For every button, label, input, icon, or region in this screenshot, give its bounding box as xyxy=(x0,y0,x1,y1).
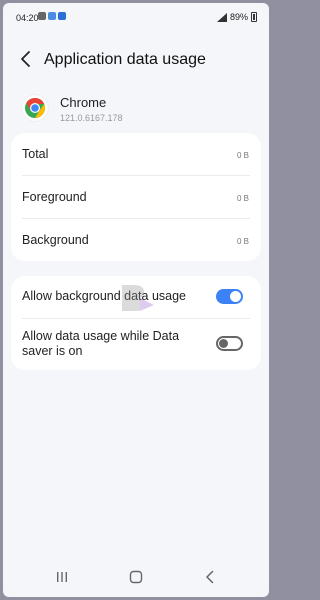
usage-label: Total xyxy=(22,147,49,161)
status-right: 89% xyxy=(216,12,257,22)
usage-row-total: Total 0 B xyxy=(11,133,261,175)
gallery-notification-icon xyxy=(38,12,46,20)
back-arrow-icon[interactable] xyxy=(17,49,37,69)
screen: 04:20 89% Application data usage Chrome … xyxy=(3,3,269,597)
setting-label: Allow data usage while Data saver is on xyxy=(22,329,180,358)
usage-label: Background xyxy=(22,233,89,247)
usage-value: 0 B xyxy=(236,151,249,160)
data-saver-toggle[interactable] xyxy=(216,336,243,351)
signal-icon xyxy=(216,12,227,22)
toggle-knob xyxy=(230,291,241,302)
app-notification-icon xyxy=(48,12,56,20)
battery-icon xyxy=(251,12,257,22)
s-notification-icon xyxy=(58,12,66,20)
setting-label: Allow background data usage xyxy=(22,289,187,303)
page-title: Application data usage xyxy=(44,51,206,68)
app-bar: Application data usage xyxy=(3,41,269,81)
home-icon[interactable] xyxy=(128,569,144,585)
chrome-logo-icon xyxy=(22,95,48,121)
background-data-toggle[interactable] xyxy=(216,289,243,304)
usage-row-background: Background 0 B xyxy=(11,219,261,261)
usage-row-foreground: Foreground 0 B xyxy=(11,176,261,218)
app-version: 121.0.6167.178 xyxy=(60,113,123,123)
toggle-knob xyxy=(219,339,228,348)
app-info: Chrome 121.0.6167.178 xyxy=(3,91,269,131)
nav-back-icon[interactable] xyxy=(202,569,218,585)
usage-label: Foreground xyxy=(22,190,87,204)
status-bar: 04:20 89% xyxy=(3,3,269,33)
usage-card: Total 0 B Foreground 0 B Background 0 B xyxy=(11,133,261,261)
usage-value: 0 B xyxy=(236,237,249,246)
app-name: Chrome xyxy=(60,95,107,110)
watermark-logo-icon xyxy=(122,285,154,311)
usage-value: 0 B xyxy=(236,194,249,203)
recents-icon[interactable] xyxy=(54,569,70,585)
battery-percent: 89% xyxy=(229,12,248,22)
status-time: 04:20 xyxy=(16,13,39,23)
notification-icons xyxy=(38,12,66,20)
setting-data-saver[interactable]: Allow data usage while Data saver is on xyxy=(11,319,261,370)
navigation-bar xyxy=(3,557,269,597)
